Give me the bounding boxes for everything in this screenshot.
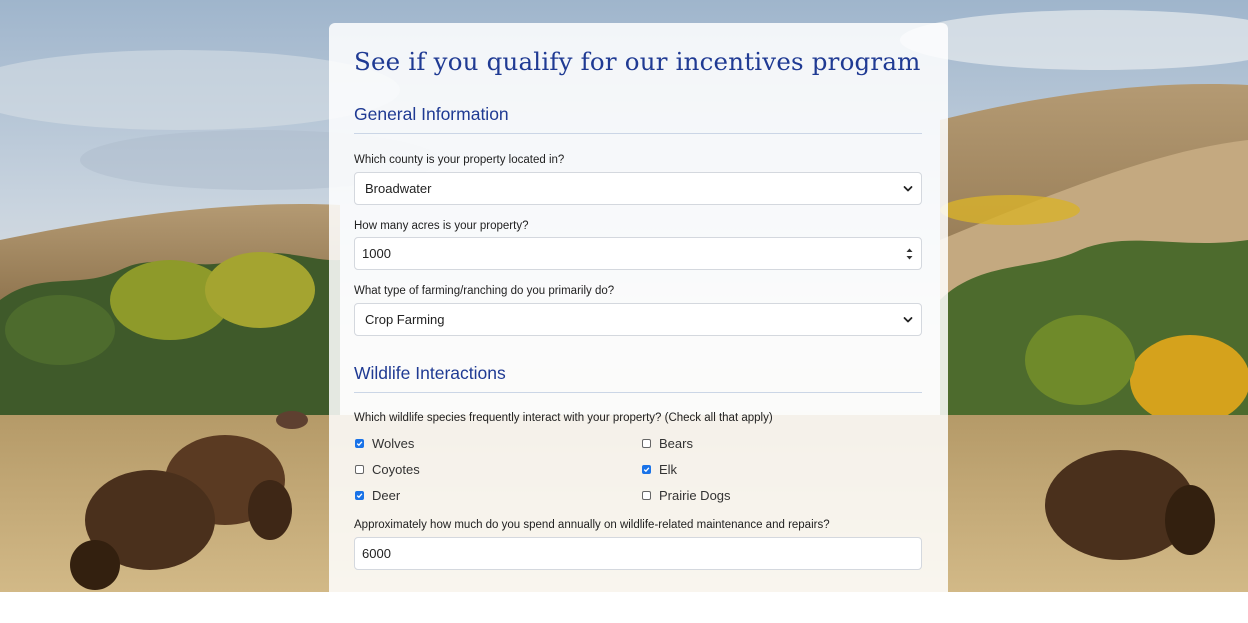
- checkbox-elk[interactable]: Elk: [642, 462, 677, 477]
- number-spinner-icon[interactable]: [905, 246, 914, 262]
- farming-type-select[interactable]: Crop Farming: [354, 303, 922, 336]
- checkbox-box[interactable]: [642, 491, 651, 500]
- checkbox-box[interactable]: [355, 465, 364, 474]
- page-title: See if you qualify for our incentives pr…: [354, 47, 921, 76]
- checkbox-box[interactable]: [355, 439, 364, 448]
- chevron-down-icon: [903, 317, 913, 323]
- county-select[interactable]: Broadwater: [354, 172, 922, 205]
- checkbox-label: Deer: [372, 488, 401, 503]
- checkbox-label: Coyotes: [372, 462, 420, 477]
- checkbox-deer[interactable]: Deer: [355, 488, 400, 503]
- checkbox-label: Prairie Dogs: [659, 488, 731, 503]
- checkbox-box[interactable]: [642, 439, 651, 448]
- checkbox-label: Bears: [659, 436, 693, 451]
- checkbox-label: Wolves: [372, 436, 415, 451]
- check-icon: [356, 493, 363, 499]
- chevron-down-icon: [903, 186, 913, 192]
- annual-spend-input[interactable]: 6000: [354, 537, 922, 570]
- species-label: Which wildlife species frequently intera…: [354, 412, 773, 424]
- county-label: Which county is your property located in…: [354, 154, 565, 166]
- checkbox-box[interactable]: [642, 465, 651, 474]
- acres-label: How many acres is your property?: [354, 220, 529, 232]
- farming-type-value: Crop Farming: [365, 312, 445, 327]
- section-heading-general: General Information: [354, 104, 922, 134]
- checkbox-label: Elk: [659, 462, 678, 477]
- acres-number-input[interactable]: 1000: [354, 237, 922, 270]
- checkbox-box[interactable]: [355, 491, 364, 500]
- county-select-value: Broadwater: [365, 181, 432, 196]
- check-icon: [643, 467, 650, 473]
- qualification-form-card: See if you qualify for our incentives pr…: [329, 23, 948, 623]
- annual-spend-value: 6000: [362, 546, 391, 561]
- farming-type-label: What type of farming/ranching do you pri…: [354, 285, 615, 297]
- annual-spend-label: Approximately how much do you spend annu…: [354, 519, 830, 531]
- checkbox-prairie-dogs[interactable]: Prairie Dogs: [642, 488, 731, 503]
- section-heading-wildlife: Wildlife Interactions: [354, 363, 922, 393]
- acres-input-value: 1000: [362, 246, 391, 261]
- checkbox-wolves[interactable]: Wolves: [355, 436, 414, 451]
- check-icon: [356, 441, 363, 447]
- checkbox-bears[interactable]: Bears: [642, 436, 693, 451]
- checkbox-coyotes[interactable]: Coyotes: [355, 462, 420, 477]
